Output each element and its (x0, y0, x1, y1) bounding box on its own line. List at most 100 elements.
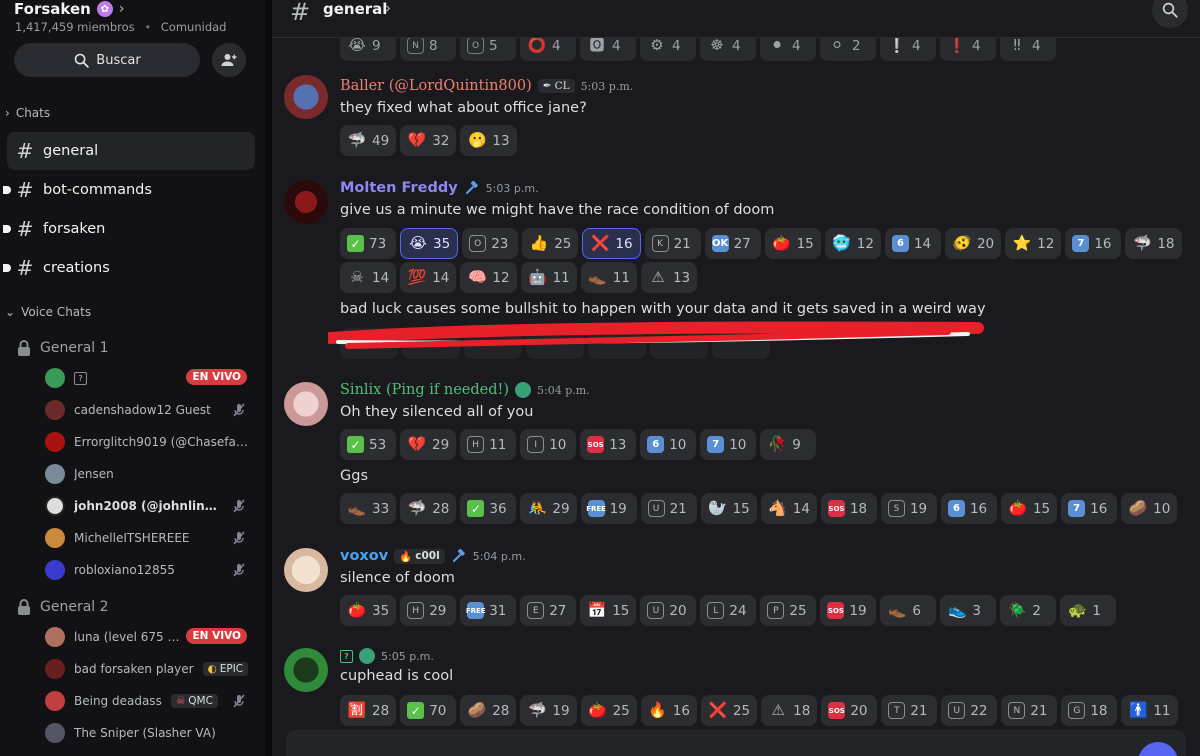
reaction-pill[interactable]: 🥔 10 (1121, 493, 1178, 524)
reaction-pill[interactable]: 🤼 29 (520, 493, 577, 524)
reaction-pill[interactable]: 7 16 (1065, 228, 1122, 259)
reaction-pill[interactable]: SOS 20 (821, 695, 878, 726)
reaction-pill[interactable]: 🦈 19 (520, 695, 577, 726)
voice-user[interactable]: luna (level 675 sla... EN VIVO (45, 626, 255, 648)
reaction-pill[interactable]: U 20 (640, 595, 697, 626)
reaction-pill[interactable]: 🍅 15 (764, 228, 821, 259)
author-name[interactable]: Sinlix (Ping if needed!) (340, 382, 509, 398)
reaction-pill[interactable]: 6 14 (884, 228, 941, 259)
reaction-pill[interactable]: 📅 15 (580, 595, 637, 626)
avatar[interactable] (284, 382, 328, 426)
reaction-pill[interactable]: 👞 33 (340, 493, 397, 524)
reaction-pill[interactable]: P 25 (760, 595, 817, 626)
reaction-pill[interactable]: T 21 (881, 695, 938, 726)
reaction-pill[interactable]: 7 10 (700, 429, 757, 460)
avatar[interactable] (284, 75, 328, 119)
avatar[interactable] (284, 548, 328, 592)
reaction-pill[interactable]: 7 16 (1061, 493, 1118, 524)
channel-forsaken[interactable]: # forsaken (3, 210, 255, 248)
reaction-pill[interactable]: 🫨 20 (944, 228, 1002, 259)
voice-user[interactable]: ? EN VIVO (45, 367, 255, 389)
author-name[interactable]: voxov (340, 548, 388, 564)
category-voice-chats[interactable]: ⌄ Voice Chats (5, 305, 91, 319)
reaction-pill[interactable]: S 19 (880, 493, 937, 524)
reaction-pill[interactable]: 👞 6 (880, 595, 937, 626)
channel-bot-commands[interactable]: # bot-commands (3, 171, 255, 209)
author-name[interactable]: Baller (@LordQuintin800) (340, 78, 532, 94)
reaction-pill[interactable]: FREE 31 (460, 595, 517, 626)
reaction-pill[interactable]: SOS 19 (820, 595, 877, 626)
channel-general[interactable]: # general (7, 132, 255, 170)
reaction-pill[interactable]: ☠ 14 (340, 262, 397, 293)
author-name[interactable]: ? (340, 649, 353, 663)
reaction-pill[interactable]: ⚠ 18 (761, 695, 818, 726)
reaction-pill[interactable]: ⚠ 13 (640, 262, 698, 293)
reaction-pill[interactable]: N 21 (1001, 695, 1058, 726)
reaction-pill[interactable]: SOS 13 (580, 429, 637, 460)
reaction-pill[interactable]: 🥶 12 (824, 228, 881, 259)
voice-user[interactable]: MichelleITSHEREEE (45, 527, 255, 549)
reaction-pill[interactable]: 🪲 2 (1000, 595, 1057, 626)
reaction-pill[interactable]: 💔 29 (400, 429, 457, 460)
reaction-pill[interactable]: O 23 (462, 228, 519, 259)
search-button[interactable]: Buscar (14, 43, 200, 77)
reaction-pill[interactable]: ✓ 36 (460, 493, 517, 524)
reaction-pill[interactable]: ✓ 70 (400, 695, 457, 726)
voice-user[interactable]: The Sniper (Slasher VA) (45, 722, 255, 744)
avatar[interactable] (284, 648, 328, 692)
reaction-pill[interactable]: SOS 18 (820, 493, 877, 524)
reaction-pill[interactable]: 🈹 28 (340, 695, 397, 726)
reaction-pill[interactable]: 🦈 18 (1125, 228, 1182, 259)
reaction-pill[interactable]: ⭐ 12 (1005, 228, 1062, 259)
reaction-pill[interactable]: ❌ 16 (582, 228, 641, 259)
reaction-pill[interactable]: L 24 (700, 595, 757, 626)
reaction-pill[interactable]: H 11 (460, 429, 517, 460)
reaction-pill[interactable]: 😭 35 (400, 228, 459, 259)
reaction-pill[interactable]: 🐢 1 (1060, 595, 1117, 626)
reaction-pill[interactable]: 🤖 11 (520, 262, 577, 293)
reaction-pill[interactable]: E 27 (520, 595, 577, 626)
reaction-pill[interactable]: 🍅 15 (1000, 493, 1058, 524)
reaction-pill[interactable]: ✓ 73 (340, 228, 396, 259)
reaction-pill[interactable]: 🍅 35 (340, 595, 397, 626)
header-search-button[interactable] (1152, 0, 1188, 28)
reaction-pill[interactable]: 🫢 13 (460, 125, 517, 156)
voice-user[interactable]: bad forsaken player ◐ EPIC (45, 658, 255, 680)
reaction-pill[interactable]: 🦈 49 (340, 125, 397, 156)
reaction-pill[interactable]: 🔥 16 (640, 695, 697, 726)
reaction-pill[interactable]: 💔 32 (400, 125, 457, 156)
reaction-pill[interactable]: U 21 (640, 493, 697, 524)
voice-user[interactable]: cadenshadow12 Guest (45, 399, 255, 421)
avatar[interactable] (284, 180, 328, 224)
reaction-pill[interactable]: 🥀 9 (760, 429, 817, 460)
voice-user[interactable]: Being deadass ☠ QMC (45, 690, 255, 712)
voice-user[interactable]: Errorglitch9019 (@Chasefan1... (45, 431, 255, 453)
reaction-pill[interactable]: 🥔 28 (460, 695, 517, 726)
reaction-pill[interactable]: 🦈 28 (400, 493, 457, 524)
reaction-pill[interactable]: H 29 (400, 595, 457, 626)
reaction-pill[interactable]: I 10 (520, 429, 577, 460)
reaction-pill[interactable]: 💯 14 (400, 262, 457, 293)
voice-channel-general-2[interactable]: General 2 (16, 598, 109, 616)
voice-channel-general-1[interactable]: General 1 (16, 339, 109, 357)
reaction-pill[interactable]: 🦭 15 (700, 493, 757, 524)
voice-user[interactable]: john2008 (@johnlinguy... (45, 495, 255, 517)
reaction-pill[interactable]: 🚹 11 (1121, 695, 1178, 726)
reaction-pill[interactable]: FREE 19 (580, 493, 637, 524)
reaction-pill[interactable]: 🐴 14 (760, 493, 817, 524)
reaction-pill[interactable]: 👞 11 (580, 262, 637, 293)
channel-title[interactable]: general (323, 0, 387, 18)
reaction-pill[interactable]: G 18 (1061, 695, 1118, 726)
reaction-pill[interactable]: 6 16 (940, 493, 997, 524)
category-chats[interactable]: › Chats (5, 106, 50, 120)
reaction-pill[interactable]: U 22 (941, 695, 998, 726)
reaction-pill[interactable]: OK 27 (704, 228, 761, 259)
reaction-pill[interactable]: K 21 (644, 228, 701, 259)
message-composer[interactable] (286, 730, 1186, 756)
author-name[interactable]: Molten Freddy (340, 180, 458, 196)
reaction-pill[interactable]: ✓ 53 (340, 429, 396, 460)
voice-user[interactable]: Jensen (45, 463, 255, 485)
reaction-pill[interactable]: 👍 25 (522, 228, 579, 259)
reaction-pill[interactable]: 6 10 (640, 429, 697, 460)
reaction-pill[interactable]: ❌ 25 (700, 695, 758, 726)
